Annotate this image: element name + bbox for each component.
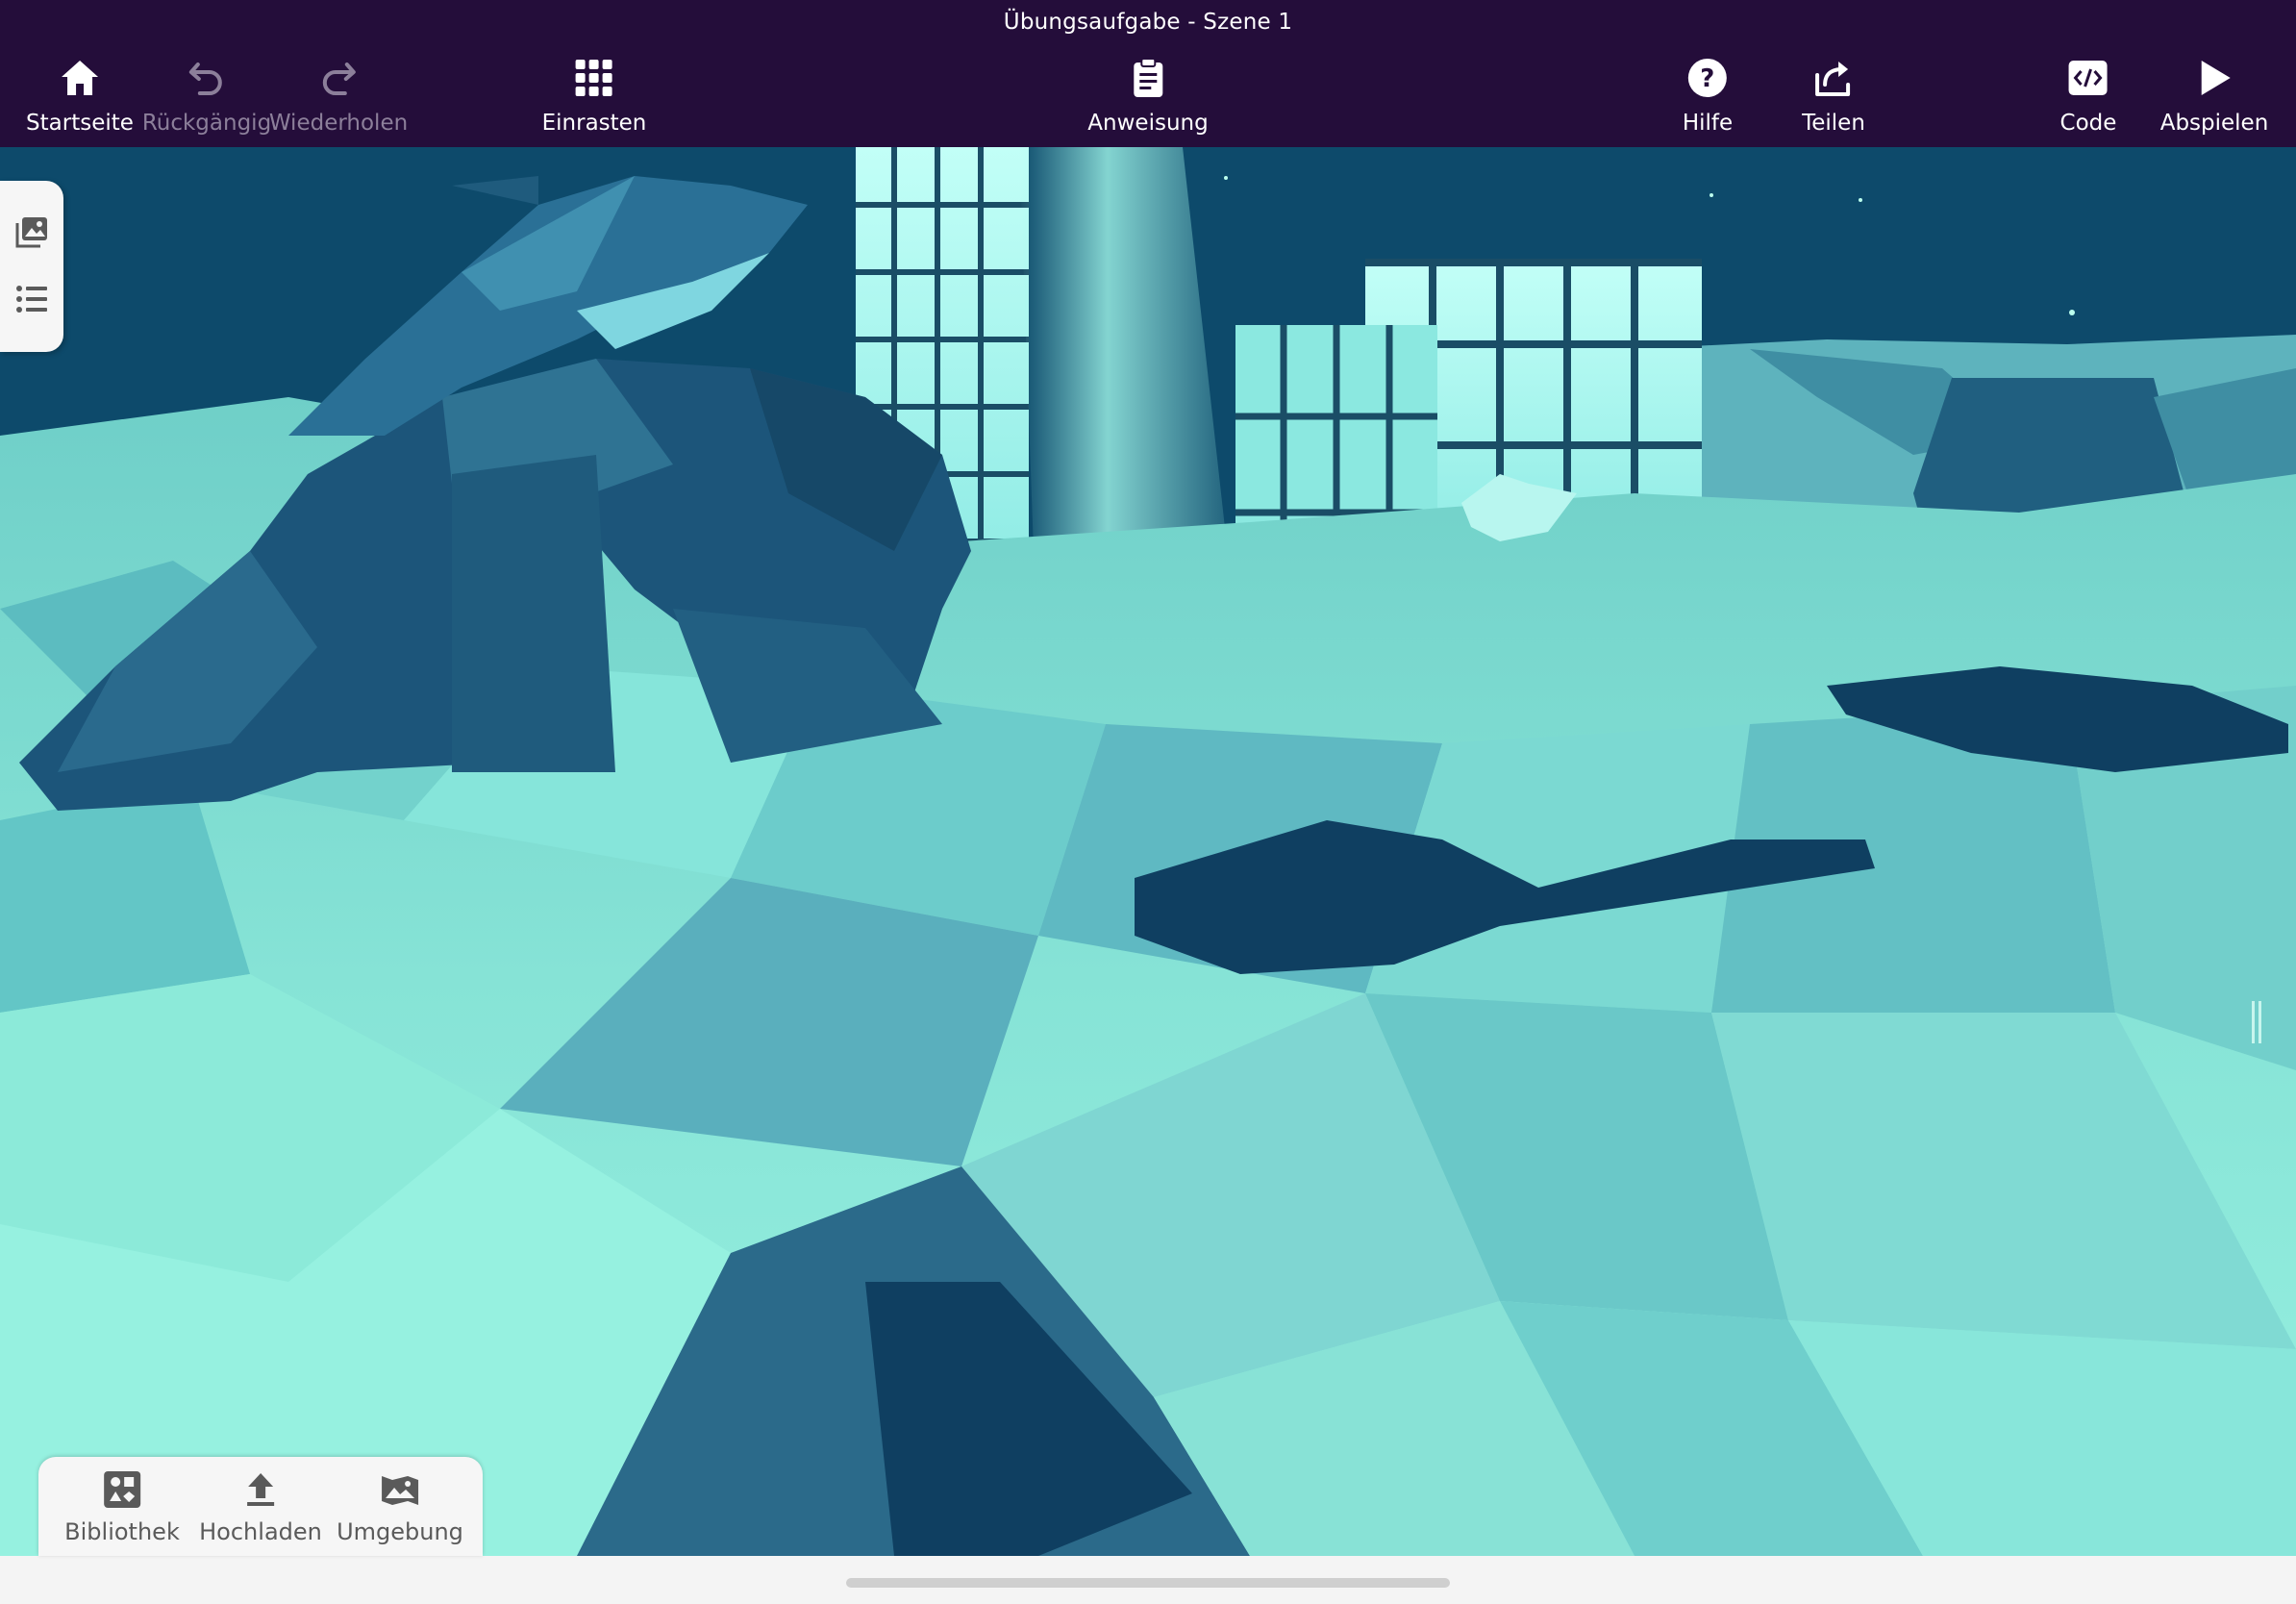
code-label: Code (2059, 111, 2117, 136)
clipboard-icon (1134, 58, 1162, 97)
undo-button[interactable]: Rückgängig (142, 56, 271, 136)
library-button[interactable]: Bibliothek (64, 1468, 180, 1545)
library-label: Bibliothek (64, 1518, 180, 1545)
snap-label: Einrasten (541, 111, 647, 136)
redo-button[interactable]: Wiederholen (269, 56, 408, 136)
snap-button[interactable]: Einrasten (541, 56, 647, 136)
play-icon (2201, 61, 2231, 95)
home-label: Startseite (26, 111, 134, 136)
play-button[interactable]: Abspielen (2159, 56, 2269, 136)
home-indicator (846, 1578, 1450, 1588)
help-label: Hilfe (1682, 111, 1734, 136)
question-icon: ? (1687, 59, 1727, 97)
panel-resize-handle[interactable] (2251, 1001, 2262, 1043)
undo-label: Rückgängig (141, 111, 272, 136)
code-button[interactable]: Code (2059, 56, 2117, 136)
scene-render (0, 147, 2296, 1556)
home-icon (61, 61, 98, 95)
undo-icon (188, 63, 222, 95)
side-panel (0, 181, 63, 352)
window-title: Übungsaufgabe - Szene 1 (1003, 10, 1293, 35)
share-label: Teilen (1802, 111, 1865, 136)
landscape-icon (382, 1476, 418, 1505)
home-button[interactable]: Startseite (26, 56, 134, 136)
play-label: Abspielen (2159, 111, 2269, 136)
top-toolbar: Übungsaufgabe - Szene 1 Startseite Rückg… (0, 0, 2296, 147)
gallery-button[interactable] (13, 213, 50, 250)
drag-handle-icon (2252, 1001, 2261, 1043)
image-stack-icon (15, 217, 47, 248)
instructions-button[interactable]: Anweisung (1087, 56, 1209, 136)
environment-button[interactable]: Umgebung (337, 1468, 463, 1545)
help-button[interactable]: ? Hilfe (1683, 56, 1733, 136)
library-icon (103, 1471, 140, 1508)
scene-viewport[interactable] (0, 147, 2296, 1556)
bottom-tray: Bibliothek Hochladen Umgebung (38, 1457, 483, 1556)
share-icon (1815, 62, 1850, 96)
outline-list-button[interactable] (13, 281, 50, 317)
upload-button[interactable]: Hochladen (199, 1468, 322, 1545)
share-button[interactable]: Teilen (1802, 56, 1865, 136)
instructions-label: Anweisung (1087, 111, 1209, 136)
upload-label: Hochladen (199, 1518, 322, 1545)
list-icon (16, 286, 47, 313)
environment-label: Umgebung (337, 1518, 463, 1545)
grid-icon (576, 60, 612, 96)
code-icon (2068, 61, 2108, 95)
redo-label: Wiederholen (268, 111, 409, 136)
redo-icon (323, 63, 356, 95)
svg-text:?: ? (1700, 64, 1714, 93)
upload-icon (246, 1473, 274, 1506)
